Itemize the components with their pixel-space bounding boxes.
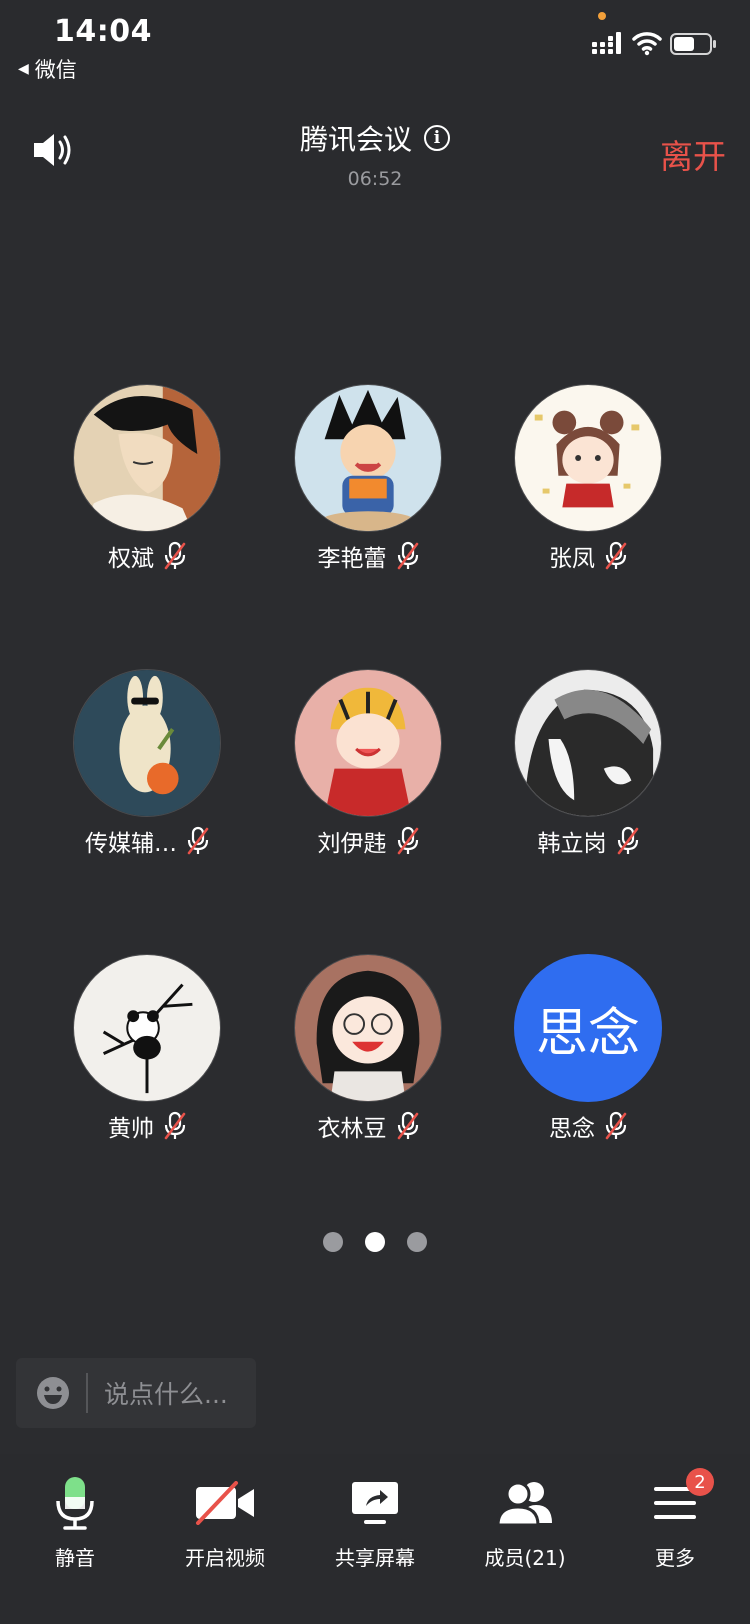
chat-placeholder: 说点什么... — [104, 1380, 228, 1409]
participant-tile[interactable]: 李艳蕾 — [258, 384, 478, 574]
participant-name: 张凤 — [549, 546, 595, 572]
avatar-panda-tree-image — [74, 955, 220, 1101]
back-app-label: 微信 — [34, 58, 77, 82]
battery-icon — [670, 33, 716, 55]
mic-muted-icon — [605, 541, 627, 570]
avatar — [294, 384, 442, 532]
mute-button[interactable]: 静音 — [0, 1472, 150, 1571]
avatar-goku-image — [295, 385, 441, 531]
participant-name-row: 衣林豆 — [258, 1108, 478, 1144]
avatar — [514, 669, 662, 817]
back-to-wechat-link[interactable]: ◀ 微信 — [18, 54, 77, 84]
meeting-title-block: 腾讯会议 i 06:52 — [0, 118, 750, 190]
participant-name: 传媒辅… — [85, 831, 177, 857]
participant-name-row: 韩立岗 — [478, 823, 698, 859]
avatar-tiger-hat-girl-image — [295, 670, 441, 816]
avatar — [73, 669, 221, 817]
members-button[interactable]: 成员(21) — [450, 1472, 600, 1571]
participant-name: 韩立岗 — [537, 831, 607, 857]
avatar-glasses-girl-image — [295, 955, 441, 1101]
avatar-rabbit-image — [74, 670, 220, 816]
page-dot[interactable] — [323, 1232, 343, 1252]
avatar-sketch-woman-image — [515, 670, 661, 816]
avatar — [514, 384, 662, 532]
members-icon — [496, 1481, 552, 1527]
mic-muted-icon — [397, 826, 418, 855]
participant-tile[interactable]: 刘伊韪 — [258, 669, 478, 859]
mic-muted-icon — [187, 826, 209, 855]
mic-muted-icon — [397, 1111, 418, 1140]
page-dot-active[interactable] — [365, 1232, 385, 1252]
share-screen-button[interactable]: 共享屏幕 — [300, 1472, 450, 1571]
mic-muted-icon — [164, 1111, 186, 1140]
participant-name-row: 刘伊韪 — [258, 823, 478, 859]
more-button[interactable]: 2 更多 — [600, 1468, 750, 1571]
mic-muted-icon — [397, 541, 418, 570]
bottom-toolbar: 静音 开启视频 共享屏幕 成员(21) 2 更多 — [0, 1454, 750, 1624]
participant-name: 李艳蕾 — [317, 546, 387, 572]
start-video-button[interactable]: 开启视频 — [150, 1472, 300, 1571]
participant-name-row: 李艳蕾 — [258, 538, 478, 574]
participant-tile[interactable]: 思念 思念 — [478, 954, 698, 1144]
meeting-header: 腾讯会议 i 06:52 离开 — [0, 100, 750, 200]
mic-indicator-dot — [598, 12, 606, 20]
more-label: 更多 — [655, 1546, 695, 1570]
participant-name-row: 张凤 — [478, 538, 698, 574]
mic-muted-icon — [605, 1111, 627, 1140]
participant-tile[interactable]: 黄帅 — [37, 954, 257, 1144]
participant-name-row: 思念 — [478, 1108, 698, 1144]
notification-badge: 2 — [686, 1468, 714, 1496]
meeting-duration: 06:52 — [347, 168, 403, 190]
participant-name: 衣林豆 — [317, 1116, 387, 1142]
chat-divider — [86, 1373, 88, 1413]
participant-name-row: 权斌 — [37, 538, 257, 574]
back-triangle-icon: ◀ — [18, 61, 29, 77]
avatar-initials: 思念 — [514, 954, 662, 1102]
avatar-cartoon-girl-image — [515, 385, 661, 531]
participant-tile[interactable]: 传媒辅… — [37, 669, 257, 859]
participant-name: 思念 — [549, 1116, 595, 1142]
participant-tile[interactable]: 张凤 — [478, 384, 698, 574]
mute-label: 静音 — [55, 1546, 95, 1570]
status-bar: 14:04 ◀ 微信 — [0, 0, 750, 100]
participant-name-row: 传媒辅… — [37, 823, 257, 859]
status-time: 14:04 — [54, 14, 152, 49]
microphone-icon — [56, 1477, 94, 1530]
avatar-anime-man-image — [74, 385, 220, 531]
participant-tile[interactable]: 韩立岗 — [478, 669, 698, 859]
share-screen-label: 共享屏幕 — [335, 1546, 415, 1570]
share-screen-icon — [352, 1482, 398, 1524]
start-video-label: 开启视频 — [185, 1546, 265, 1570]
participant-name-row: 黄帅 — [37, 1108, 257, 1144]
cellular-signal-icon — [592, 32, 621, 54]
participant-name: 黄帅 — [108, 1116, 154, 1142]
avatar — [294, 669, 442, 817]
meeting-title-text: 腾讯会议 — [299, 123, 412, 156]
page-indicator — [0, 1232, 750, 1252]
avatar — [73, 954, 221, 1102]
participant-name: 权斌 — [108, 546, 154, 572]
meeting-title[interactable]: 腾讯会议 i — [300, 118, 450, 158]
wifi-icon — [632, 32, 662, 56]
info-icon[interactable]: i — [424, 125, 450, 151]
emoji-icon[interactable] — [36, 1376, 70, 1410]
participant-tile[interactable]: 权斌 — [37, 384, 257, 574]
mic-muted-icon — [164, 541, 186, 570]
participant-name: 刘伊韪 — [317, 831, 387, 857]
avatar — [73, 384, 221, 532]
video-off-icon — [196, 1481, 254, 1525]
members-label: 成员(21) — [484, 1546, 566, 1570]
avatar — [294, 954, 442, 1102]
leave-button[interactable]: 离开 — [660, 130, 726, 178]
page-dot[interactable] — [407, 1232, 427, 1252]
chat-input-box[interactable]: 说点什么... — [16, 1358, 256, 1428]
participant-tile[interactable]: 衣林豆 — [258, 954, 478, 1144]
mic-muted-icon — [617, 826, 638, 855]
